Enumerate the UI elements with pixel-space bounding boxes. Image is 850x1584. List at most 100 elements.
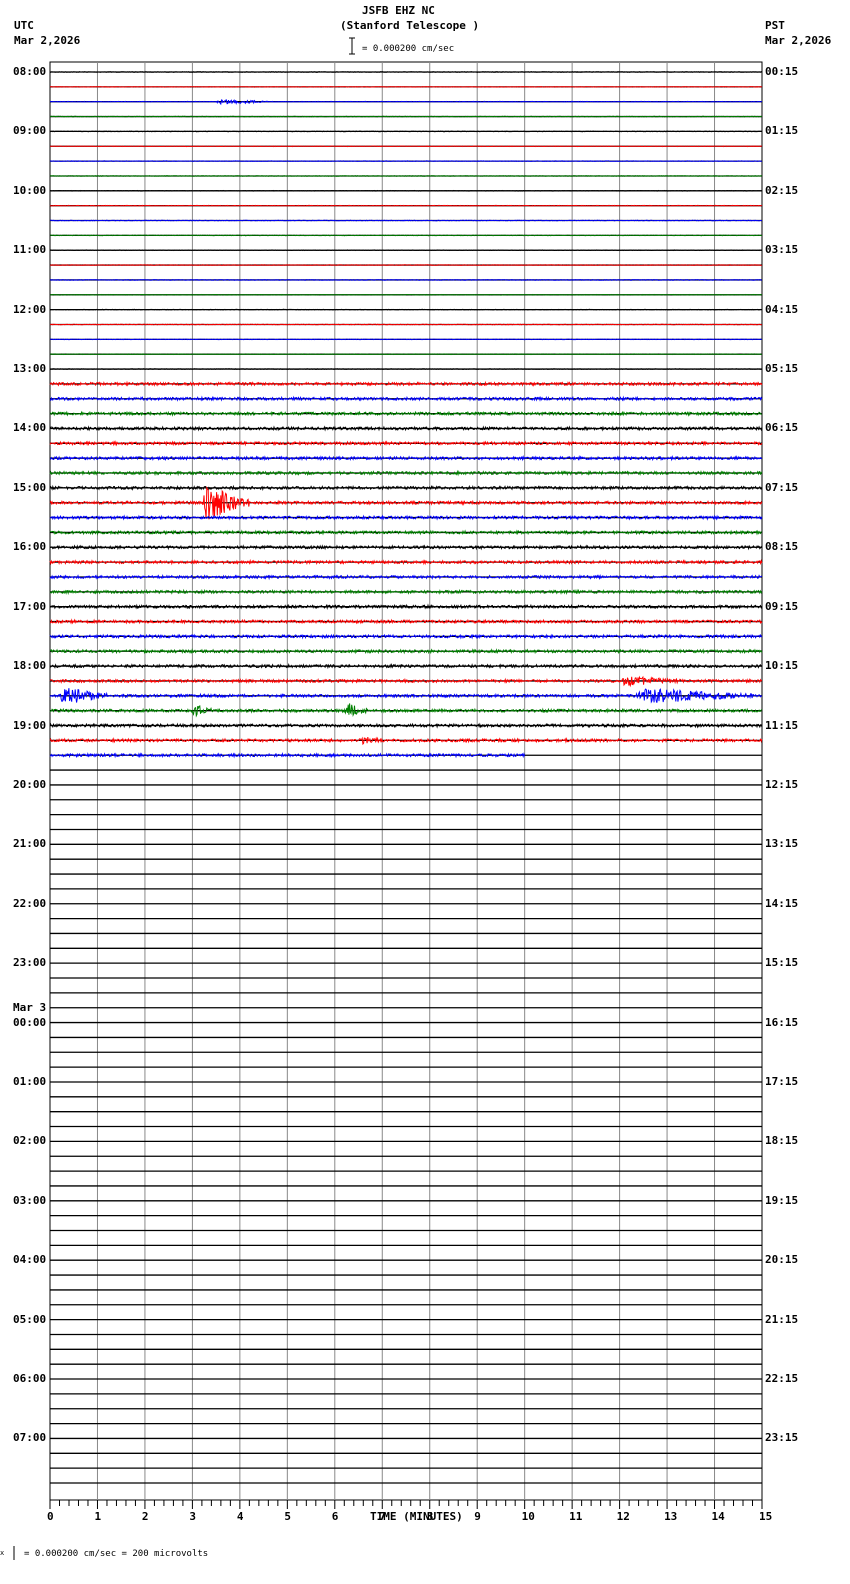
x-tick-label: 0 (47, 1510, 54, 1523)
utc-hour-label: 11:00 (13, 243, 47, 257)
utc-hour-label: 06:00 (13, 1372, 47, 1386)
seismic-trace (49, 514, 763, 521)
pst-hour-label: 13:15 (765, 837, 799, 851)
pst-hour-label: 06:15 (765, 421, 799, 435)
seismic-trace (50, 234, 763, 237)
utc-hour-label: 18:00 (13, 659, 47, 673)
seismic-trace (49, 249, 763, 252)
seismic-trace (49, 204, 763, 207)
pst-hour-label: 10:15 (765, 659, 799, 673)
seismic-trace (49, 189, 763, 192)
seismic-trace (49, 410, 763, 417)
seismic-trace (49, 353, 763, 356)
pst-hour-label: 08:15 (765, 540, 799, 554)
utc-hour-label: 23:00 (13, 956, 47, 970)
seismic-trace (49, 662, 763, 670)
x-tick-label: 12 (616, 1510, 630, 1523)
seismic-trace (49, 529, 763, 536)
utc-hour-label: 12:00 (13, 302, 47, 316)
pst-hour-label: 07:15 (765, 480, 799, 494)
plot-frame (49, 61, 763, 1501)
utc-hour-label: 19:00 (13, 718, 47, 732)
seismic-trace (49, 323, 762, 326)
seismic-trace (49, 485, 763, 520)
seismic-trace (49, 722, 763, 729)
pst-hour-label: 04:15 (765, 302, 799, 316)
seismic-trace (49, 264, 762, 267)
utc-hour-label: 07:00 (13, 1431, 47, 1445)
x-tick-label: 6 (331, 1510, 339, 1523)
pst-hour-label: 01:15 (765, 124, 799, 138)
utc-hour-label: 01:00 (13, 1074, 47, 1088)
utc-hour-label: 08:00 (13, 65, 47, 78)
seismic-trace (49, 130, 762, 133)
pst-hour-label: 03:15 (765, 243, 799, 257)
x-tick-label: 8 (426, 1510, 434, 1523)
x-tick-label: 14 (711, 1510, 725, 1523)
x-tick-label: 10 (521, 1510, 535, 1523)
seismic-trace (49, 368, 762, 371)
seismic-trace (49, 703, 763, 718)
pst-hour-label: 19:15 (765, 1193, 799, 1207)
utc-hour-label: 00:00 (13, 1015, 47, 1029)
utc-hour-label: 21:00 (13, 837, 47, 851)
pst-hour-label: 05:15 (765, 362, 799, 376)
x-tick-label: 13 (664, 1510, 678, 1523)
seismic-trace (49, 440, 763, 447)
seismic-trace (49, 175, 763, 177)
seismic-trace (50, 219, 763, 222)
utc-hour-label: 16:00 (13, 540, 47, 554)
seismic-trace (49, 338, 762, 341)
seismic-trace (49, 278, 762, 281)
x-tick-label: 11 (569, 1510, 583, 1523)
x-tick-label: 4 (236, 1510, 244, 1523)
x-tick-label: 1 (94, 1510, 102, 1523)
date-change-label: Mar 3 (13, 1000, 47, 1014)
seismic-trace (49, 454, 763, 462)
pst-hour-label: 23:15 (765, 1431, 799, 1445)
seismic-trace (49, 688, 763, 704)
x-tick-label: 2 (141, 1510, 149, 1523)
x-tick-label: 9 (474, 1510, 481, 1523)
utc-hour-label: 14:00 (13, 421, 47, 435)
pst-hour-label: 02:15 (765, 183, 799, 197)
seismic-trace (49, 71, 763, 73)
utc-hour-label: 09:00 (13, 124, 47, 138)
utc-hour-label: 15:00 (13, 480, 47, 494)
x-tick-label: 5 (284, 1510, 291, 1523)
seismic-trace (49, 736, 763, 746)
x-tick-label: 7 (379, 1510, 386, 1523)
pst-hour-label: 11:15 (765, 718, 799, 732)
helicorder-page: JSFB EHZ NC (Stanford Telescope ) UTC Ma… (0, 0, 850, 1584)
pst-hour-label: 15:15 (765, 956, 799, 970)
seismic-trace (50, 145, 762, 148)
utc-hour-label: 05:00 (13, 1312, 47, 1326)
utc-hour-label: 03:00 (13, 1193, 47, 1207)
utc-hour-label: 02:00 (13, 1134, 47, 1148)
seismogram-plot (13, 37, 763, 1560)
pst-hour-label: 18:15 (765, 1134, 799, 1148)
pst-hour-label: 09:15 (765, 599, 799, 613)
seismic-trace (49, 85, 763, 88)
utc-hour-label: 04:00 (13, 1253, 47, 1267)
pst-hour-label: 22:15 (765, 1372, 799, 1386)
pst-hour-label: 17:15 (765, 1074, 799, 1088)
x-tick-label: 15 (759, 1510, 773, 1523)
pst-hour-label: 14:15 (765, 896, 799, 910)
seismic-trace (49, 308, 763, 311)
utc-hour-label: 10:00 (13, 183, 47, 197)
pst-hour-label: 16:15 (765, 1015, 799, 1029)
utc-hour-label: 13:00 (13, 362, 47, 376)
pst-hour-label: 00:15 (765, 65, 799, 78)
seismic-trace (49, 544, 763, 551)
seismic-trace (49, 293, 763, 296)
seismic-trace (49, 115, 762, 118)
seismic-trace (49, 573, 763, 581)
seismic-trace (49, 380, 763, 388)
pst-hour-label: 12:15 (765, 777, 799, 791)
pst-hour-label: 21:15 (765, 1312, 799, 1326)
seismic-trace (49, 160, 762, 163)
seismic-trace (49, 99, 763, 106)
x-tick-label: 3 (189, 1510, 197, 1523)
utc-hour-label: 22:00 (13, 896, 47, 910)
